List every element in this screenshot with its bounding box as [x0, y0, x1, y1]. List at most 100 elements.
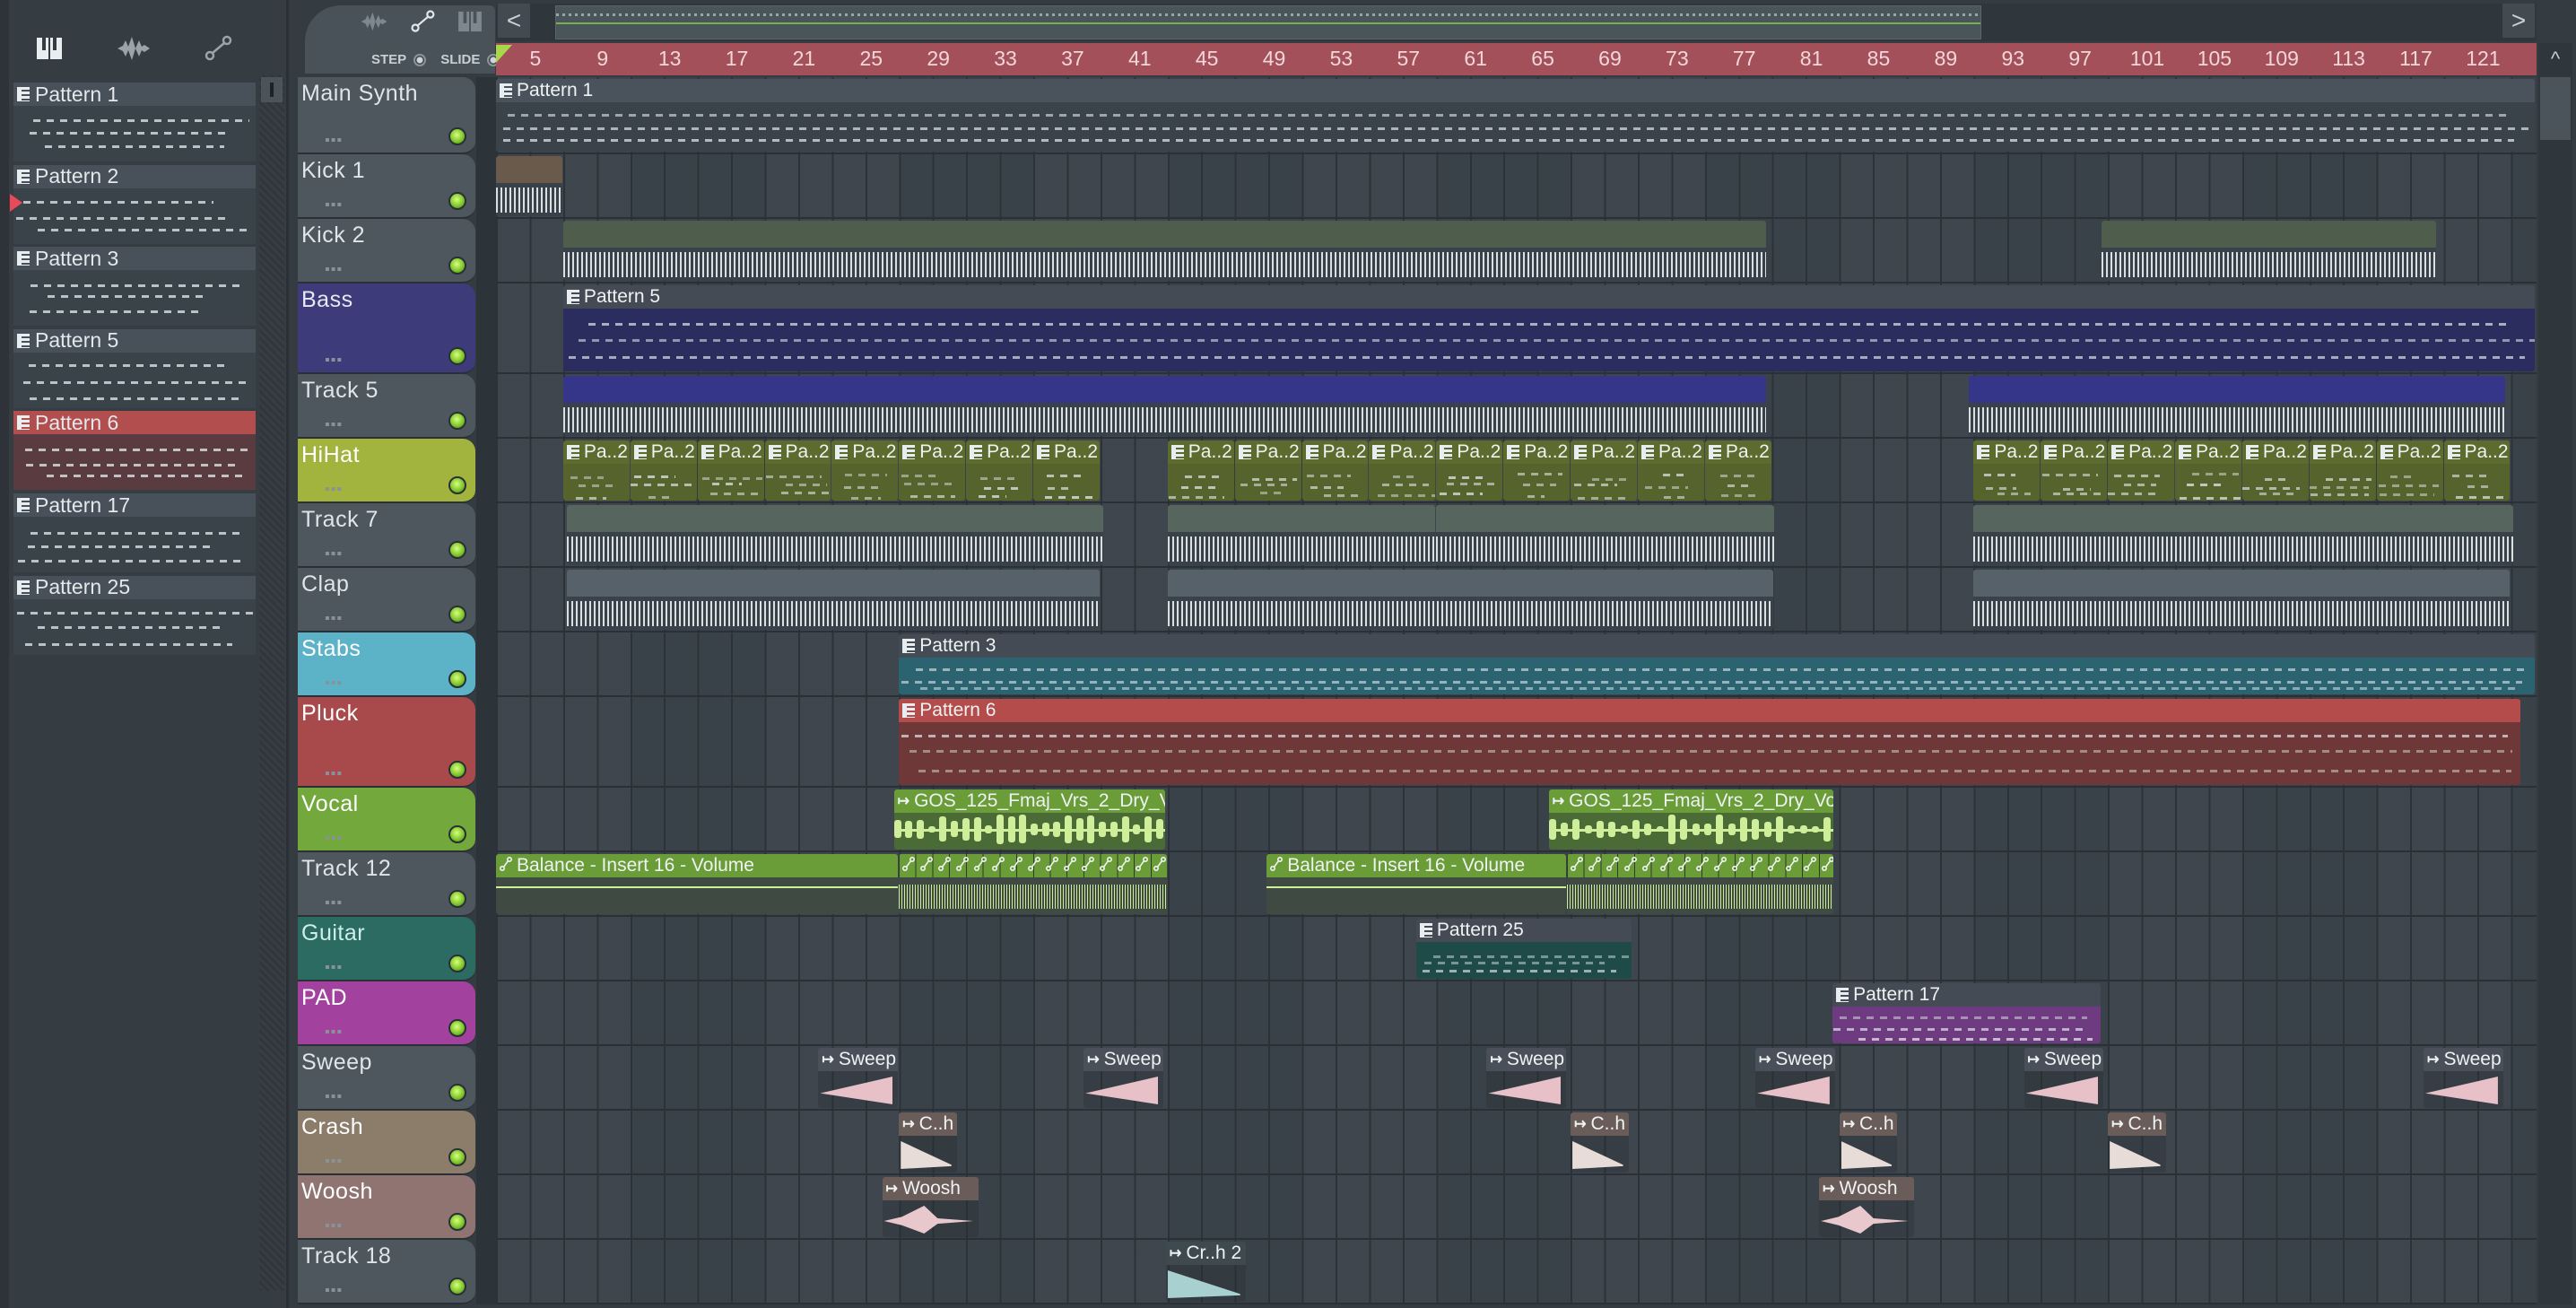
track-header[interactable]: Main Synth ▪▪▪	[298, 77, 475, 154]
picker-item[interactable]: Pattern 1	[13, 83, 256, 161]
audio-clip-icon[interactable]	[359, 11, 389, 37]
track-menu-dots[interactable]: ▪▪▪	[325, 546, 343, 562]
track-enable-led[interactable]	[448, 1213, 466, 1231]
playlist-clip[interactable]: Pa..2	[1973, 440, 2041, 501]
track-menu-dots[interactable]: ▪▪▪	[325, 133, 343, 149]
track-enable-led[interactable]	[448, 541, 466, 559]
track-header[interactable]: Track 12 ▪▪▪	[298, 852, 475, 917]
track-menu-dots[interactable]: ▪▪▪	[325, 1283, 343, 1299]
track-header[interactable]: Crash ▪▪▪	[298, 1111, 475, 1175]
track-enable-led[interactable]	[448, 1277, 466, 1295]
overview-thumb[interactable]	[555, 5, 1981, 39]
playlist-clip[interactable]	[496, 156, 562, 216]
playlist-clip[interactable]: Pattern 6	[899, 699, 2520, 785]
playlist-clip[interactable]: Pa..2	[630, 440, 697, 501]
picker-item[interactable]: Pattern 2	[10, 164, 256, 244]
track-enable-led[interactable]	[448, 127, 466, 145]
playlist-clip[interactable]: Pa..2	[1033, 440, 1100, 501]
playlist-clip[interactable]: Pa..2	[1167, 440, 1234, 501]
picker-item[interactable]: Pattern 6	[13, 411, 256, 491]
track-header[interactable]: Track 7 ▪▪▪	[298, 503, 475, 568]
scroll-up-button[interactable]: ^	[2538, 43, 2572, 75]
track-menu-dots[interactable]: ▪▪▪	[325, 960, 343, 976]
track-enable-led[interactable]	[448, 192, 466, 210]
picker-item[interactable]: Pattern 3	[13, 247, 256, 327]
track-enable-led[interactable]	[448, 606, 466, 623]
playlist-clip[interactable]: Pa..2	[764, 440, 831, 501]
playlist-clip[interactable]: Pa..2	[2175, 440, 2241, 501]
track-header[interactable]: Track 18 ▪▪▪	[298, 1240, 475, 1304]
playlist-clip[interactable]: Pa..2	[2241, 440, 2309, 501]
playlist-clip[interactable]: Pa..2	[562, 440, 630, 501]
playlist-clip[interactable]: Balance - Insert 16 - Volume	[496, 854, 899, 914]
playlist-clip[interactable]: Pa..2	[1704, 440, 1771, 501]
playlist-clip[interactable]: Pa..2	[697, 440, 764, 501]
track-menu-dots[interactable]: ▪▪▪	[325, 831, 343, 847]
track-enable-led[interactable]	[448, 1019, 466, 1037]
playlist-clip[interactable]: ↦ Woosh	[882, 1177, 979, 1237]
track-menu-dots[interactable]: ▪▪▪	[325, 766, 343, 782]
playlist-clip[interactable]	[566, 505, 1103, 565]
playlist-clip[interactable]: Pa..2	[1369, 440, 1436, 501]
playlist-clip[interactable]: ↦ C..h	[2108, 1112, 2166, 1173]
track-enable-led[interactable]	[448, 955, 466, 972]
vertical-scrollbar[interactable]	[2538, 43, 2572, 1304]
picker-item[interactable]: Pattern 25	[13, 575, 256, 655]
track-menu-dots[interactable]: ▪▪▪	[325, 197, 343, 214]
playlist-clip[interactable]	[566, 570, 1100, 630]
playlist-clip[interactable]	[1167, 505, 1436, 565]
playlist-clip[interactable]: Pa..2	[1301, 440, 1369, 501]
scroll-left-button[interactable]: <	[498, 4, 530, 38]
track-enable-led[interactable]	[448, 761, 466, 779]
track-menu-dots[interactable]: ▪▪▪	[325, 417, 343, 433]
track-header[interactable]: Stabs ▪▪▪	[298, 632, 475, 697]
playlist-clip[interactable]	[1567, 854, 1833, 914]
playlist-clip[interactable]	[2101, 221, 2437, 281]
step-radio[interactable]	[413, 53, 427, 66]
track-enable-led[interactable]	[448, 890, 466, 908]
playlist-clip[interactable]: Pa..2	[899, 440, 966, 501]
track-menu-dots[interactable]: ▪▪▪	[325, 1025, 343, 1041]
playlist-clip[interactable]: Pattern 1	[496, 79, 2536, 152]
timeline-ruler[interactable]: 5 9 13 17 21 25 29 33 37 41 45 49 53 57 61 65 69 73 77 81 85…	[496, 43, 2537, 75]
playlist-clip[interactable]: ↦ C..h	[1571, 1112, 1629, 1173]
playlist-clip[interactable]: Pattern 3	[899, 634, 2536, 694]
current-pattern-marker[interactable]	[10, 193, 22, 212]
track-enable-led[interactable]	[448, 1148, 466, 1166]
playlist-clip[interactable]: ↦ Sweep	[1755, 1048, 1835, 1108]
track-menu-dots[interactable]: ▪▪▪	[325, 895, 343, 911]
track-header[interactable]: Kick 2 ▪▪▪	[298, 219, 475, 283]
track-enable-led[interactable]	[448, 670, 466, 688]
track-menu-dots[interactable]: ▪▪▪	[325, 1089, 343, 1105]
track-header[interactable]: Clap ▪▪▪	[298, 568, 475, 632]
track-enable-led[interactable]	[448, 347, 466, 365]
track-header[interactable]: Track 5 ▪▪▪	[298, 374, 475, 439]
track-header[interactable]: PAD ▪▪▪	[298, 981, 475, 1046]
track-header[interactable]: Vocal ▪▪▪	[298, 788, 475, 852]
piano-roll-icon[interactable]	[27, 31, 72, 66]
playlist-clip[interactable]: ↦ GOS_125_Fmaj_Vrs_2_Dry_Vox	[1548, 789, 1833, 850]
track-enable-led[interactable]	[448, 476, 466, 494]
playlist-clip[interactable]: ↦ C..h	[1839, 1112, 1898, 1173]
playlist-clip[interactable]	[562, 221, 1767, 281]
picker-item[interactable]: Pattern 5	[13, 328, 256, 408]
playlist-clip[interactable]: Pa..2	[831, 440, 899, 501]
track-enable-led[interactable]	[448, 257, 466, 275]
playlist-clip[interactable]: ↦ Sweep	[1083, 1048, 1164, 1108]
track-enable-led[interactable]	[448, 825, 466, 843]
playlist-clip[interactable]: Pa..2	[2443, 440, 2511, 501]
picker-scrollbar[interactable]	[259, 75, 284, 1291]
playlist-clip[interactable]: Pa..2	[1234, 440, 1301, 501]
playhead-marker[interactable]	[496, 45, 512, 63]
track-header[interactable]: Guitar ▪▪▪	[298, 917, 475, 981]
playlist-clip[interactable]: Pa..2	[1503, 440, 1571, 501]
playlist-clip[interactable]: ↦ Sweep	[2023, 1048, 2104, 1108]
picker-scroll-thumb[interactable]	[261, 77, 283, 102]
track-enable-led[interactable]	[448, 412, 466, 430]
track-menu-dots[interactable]: ▪▪▪	[325, 1154, 343, 1170]
piano-roll-icon[interactable]	[457, 11, 483, 37]
playlist-grid[interactable]: Pattern 1 Pattern 5 Pa..2 Pa..2 Pa..2 Pa..2 Pa…	[496, 77, 2537, 1304]
playlist-clip[interactable]: ↦ C..h	[899, 1112, 957, 1173]
playlist-clip[interactable]: ↦ Sweep	[1486, 1048, 1567, 1108]
scroll-right-button[interactable]: >	[2502, 4, 2535, 38]
